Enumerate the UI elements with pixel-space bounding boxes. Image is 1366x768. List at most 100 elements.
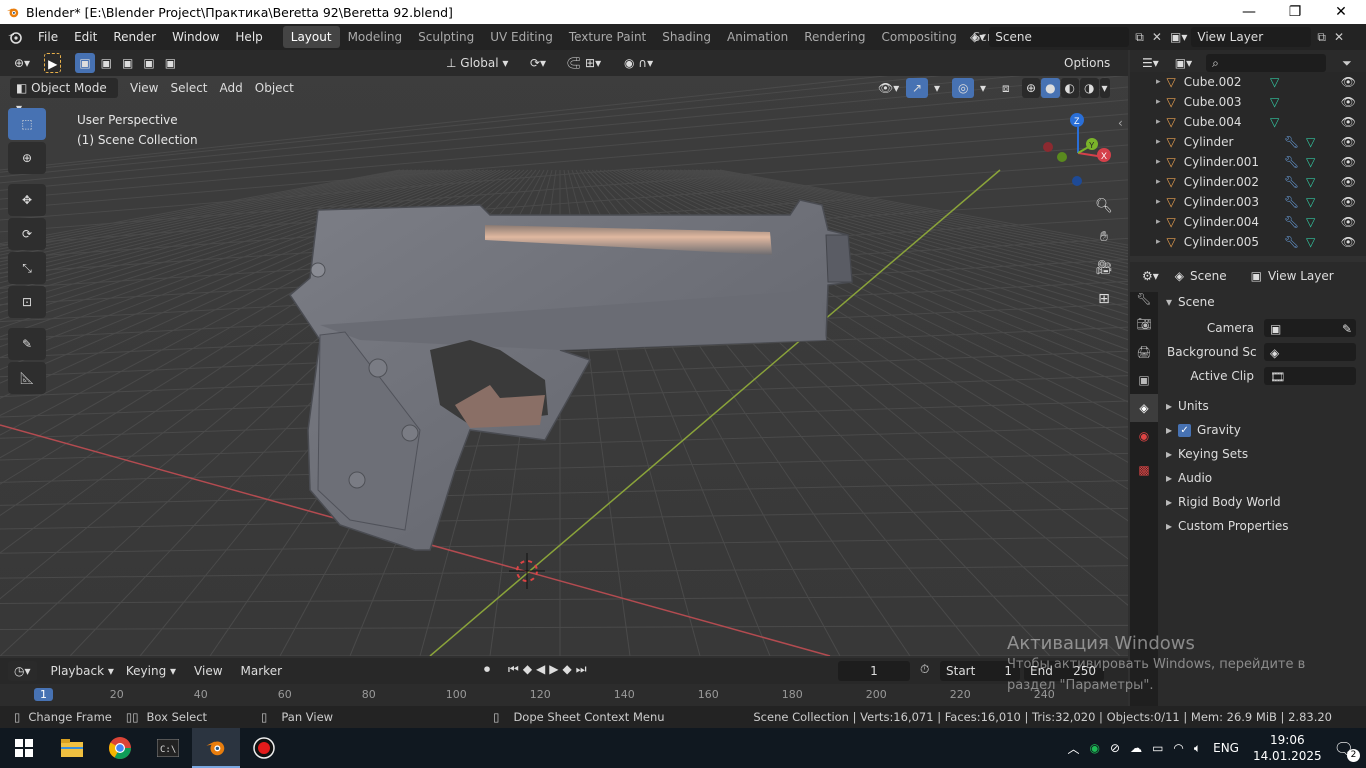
mesh-data-icon[interactable]: ▽ <box>1270 115 1279 129</box>
recorder-icon[interactable] <box>240 728 288 768</box>
minimize-button[interactable]: — <box>1226 0 1272 24</box>
blender-taskbar-icon[interactable] <box>192 728 240 768</box>
tray-network-off-icon[interactable]: ⊘ <box>1110 741 1120 755</box>
chrome-icon[interactable] <box>96 728 144 768</box>
gizmo-dropdown-icon[interactable]: ▾ <box>928 78 946 98</box>
visibility-eye-icon[interactable]: 👁︎ <box>1341 235 1356 249</box>
tool-tab-icon[interactable]: 🔧︎ <box>1130 292 1158 310</box>
overlays-toggle-icon[interactable]: ◎ <box>952 78 975 98</box>
close-button[interactable]: ✕ <box>1318 0 1364 24</box>
scale-tool-icon[interactable]: ⤡ <box>8 252 46 284</box>
mesh-data-icon[interactable]: ▽ <box>1306 175 1315 189</box>
mode-dropdown[interactable]: ◧ Object Mode ▾ <box>10 78 118 115</box>
select-invert-icon[interactable]: ▣ <box>139 53 159 73</box>
modifier-wrench-icon[interactable]: 🔧︎ <box>1284 175 1299 189</box>
keying-sets-panel[interactable]: ▸ Keying Sets <box>1160 442 1366 466</box>
expand-arrow-icon[interactable]: ▸ <box>1156 77 1161 87</box>
expand-arrow-icon[interactable]: ▸ <box>1156 157 1161 167</box>
custom-properties-panel[interactable]: ▸ Custom Properties <box>1160 514 1366 538</box>
annotate-tool-icon[interactable]: ✎ <box>8 328 46 360</box>
outliner-item[interactable]: ▸ ▽ Cylinder 🔧︎ ▽ 👁︎ <box>1130 132 1366 152</box>
visibility-eye-icon[interactable]: 👁︎ <box>1341 115 1356 129</box>
expand-arrow-icon[interactable]: ▸ <box>1156 137 1161 147</box>
language-indicator[interactable]: ENG <box>1213 741 1239 755</box>
tab-compositing[interactable]: Compositing <box>873 26 964 48</box>
select-box-tool-icon[interactable]: ⬚ <box>8 108 46 140</box>
transform-orientation-dropdown[interactable]: ⊥ Global ▾ <box>440 53 518 73</box>
texture-tab-icon[interactable]: ▩ <box>1130 450 1158 490</box>
options-dropdown[interactable]: Options ▾ <box>1058 53 1120 90</box>
modifier-wrench-icon[interactable]: 🔧︎ <box>1284 135 1299 149</box>
visibility-icon[interactable]: 👁︎▾ <box>872 78 905 98</box>
wireframe-shading-icon[interactable]: ⊕ <box>1022 78 1041 98</box>
rendered-shading-icon[interactable]: ◑ <box>1080 78 1099 98</box>
scene-selector[interactable]: Scene <box>989 27 1130 47</box>
shading-dropdown-icon[interactable]: ▾ <box>1099 78 1110 98</box>
scene-panel-header[interactable]: ▾ Scene <box>1160 290 1366 314</box>
gizmo-toggle-icon[interactable]: ↗ <box>906 78 929 98</box>
rotate-tool-icon[interactable]: ⟳ <box>8 218 46 250</box>
camera-view-icon[interactable]: 🎥︎ <box>1090 254 1118 282</box>
tab-rendering[interactable]: Rendering <box>796 26 873 48</box>
move-tool-icon[interactable]: ✥ <box>8 184 46 216</box>
rigid-body-world-panel[interactable]: ▸ Rigid Body World <box>1160 490 1366 514</box>
jump-end-icon[interactable]: ⏭ <box>576 662 591 676</box>
maximize-button[interactable]: ❐ <box>1272 0 1318 24</box>
select-tool-icon[interactable]: ▶ <box>44 53 62 73</box>
remove-view-layer-icon[interactable]: ✕ <box>1334 30 1344 44</box>
render-tab-icon[interactable]: 📷︎ <box>1130 310 1158 338</box>
menu-render[interactable]: Render <box>105 24 164 50</box>
mesh-data-icon[interactable]: ▽ <box>1306 235 1315 249</box>
menu-window[interactable]: Window <box>164 24 227 50</box>
expand-arrow-icon[interactable]: ▸ <box>1156 97 1161 107</box>
wifi-icon[interactable]: ◠ <box>1173 741 1183 755</box>
tray-expand-icon[interactable]: ︿ <box>1068 740 1080 757</box>
mesh-data-icon[interactable]: ▽ <box>1270 75 1279 89</box>
outliner-item[interactable]: ▸ ▽ Cylinder.005 🔧︎ ▽ 👁︎ <box>1130 232 1366 252</box>
tab-texture-paint[interactable]: Texture Paint <box>561 26 654 48</box>
next-keyframe-icon[interactable]: ◆ <box>563 662 576 676</box>
menu-select[interactable]: Select <box>164 78 213 98</box>
visibility-eye-icon[interactable]: 👁︎ <box>1341 175 1356 189</box>
battery-icon[interactable]: ▭ <box>1152 741 1163 755</box>
clock[interactable]: 19:06 14.01.2025 <box>1253 732 1322 764</box>
visibility-eye-icon[interactable]: 👁︎ <box>1341 135 1356 149</box>
menu-keying[interactable]: Keying ▾ <box>120 661 182 681</box>
mesh-data-icon[interactable]: ▽ <box>1306 215 1315 229</box>
visibility-eye-icon[interactable]: 👁︎ <box>1341 195 1356 209</box>
tab-sculpting[interactable]: Sculpting <box>410 26 482 48</box>
modifier-wrench-icon[interactable]: 🔧︎ <box>1284 215 1299 229</box>
new-scene-icon[interactable]: ⧉ <box>1135 30 1144 45</box>
outliner-item[interactable]: ▸ ▽ Cylinder.004 🔧︎ ▽ 👁︎ <box>1130 212 1366 232</box>
notifications-button[interactable]: 🗨︎ 2 <box>1334 739 1360 762</box>
eyedropper-icon[interactable]: ✎ <box>1342 319 1352 339</box>
transform-tool-icon[interactable]: ⊡ <box>8 286 46 318</box>
remove-scene-icon[interactable]: ✕ <box>1152 30 1162 44</box>
terminal-icon[interactable]: C:\ <box>144 728 192 768</box>
cursor-tool-icon[interactable]: ⊕ <box>8 142 46 174</box>
snap-icon[interactable]: 🧲︎ ⊞▾ <box>560 53 608 73</box>
pivot-point-icon[interactable]: ⟳▾ <box>524 53 553 73</box>
display-mode-icon[interactable]: ▣▾ <box>1168 53 1199 73</box>
expand-arrow-icon[interactable]: ▸ <box>1156 237 1161 247</box>
gravity-checkbox[interactable]: ✓ <box>1178 423 1192 437</box>
mesh-data-icon[interactable]: ▽ <box>1306 135 1315 149</box>
menu-file[interactable]: File <box>30 24 66 50</box>
tab-animation[interactable]: Animation <box>719 26 796 48</box>
jump-start-icon[interactable]: ⏮ <box>508 662 523 676</box>
outliner-search-input[interactable]: ⌕ <box>1206 54 1327 72</box>
start-button[interactable] <box>0 728 48 768</box>
background-scene-field[interactable]: ◈ <box>1264 343 1356 361</box>
mesh-data-icon[interactable]: ▽ <box>1270 95 1279 109</box>
select-new-icon[interactable]: ▣ <box>75 53 95 73</box>
proportional-edit-icon[interactable]: ◉ ∩▾ <box>618 53 660 73</box>
select-extend-icon[interactable]: ▣ <box>96 53 116 73</box>
units-panel[interactable]: ▸ Units <box>1160 394 1366 418</box>
ortho-grid-icon[interactable]: ⊞ <box>1090 285 1118 313</box>
properties-editor-icon[interactable]: ⚙▾ <box>1136 266 1165 286</box>
modifier-wrench-icon[interactable]: 🔧︎ <box>1284 195 1299 209</box>
select-subtract-icon[interactable]: ▣ <box>118 53 138 73</box>
xray-icon[interactable]: ⧈ <box>996 78 1016 98</box>
expand-arrow-icon[interactable]: ▸ <box>1156 117 1161 127</box>
camera-field[interactable]: ▣ ✎ <box>1264 319 1356 337</box>
